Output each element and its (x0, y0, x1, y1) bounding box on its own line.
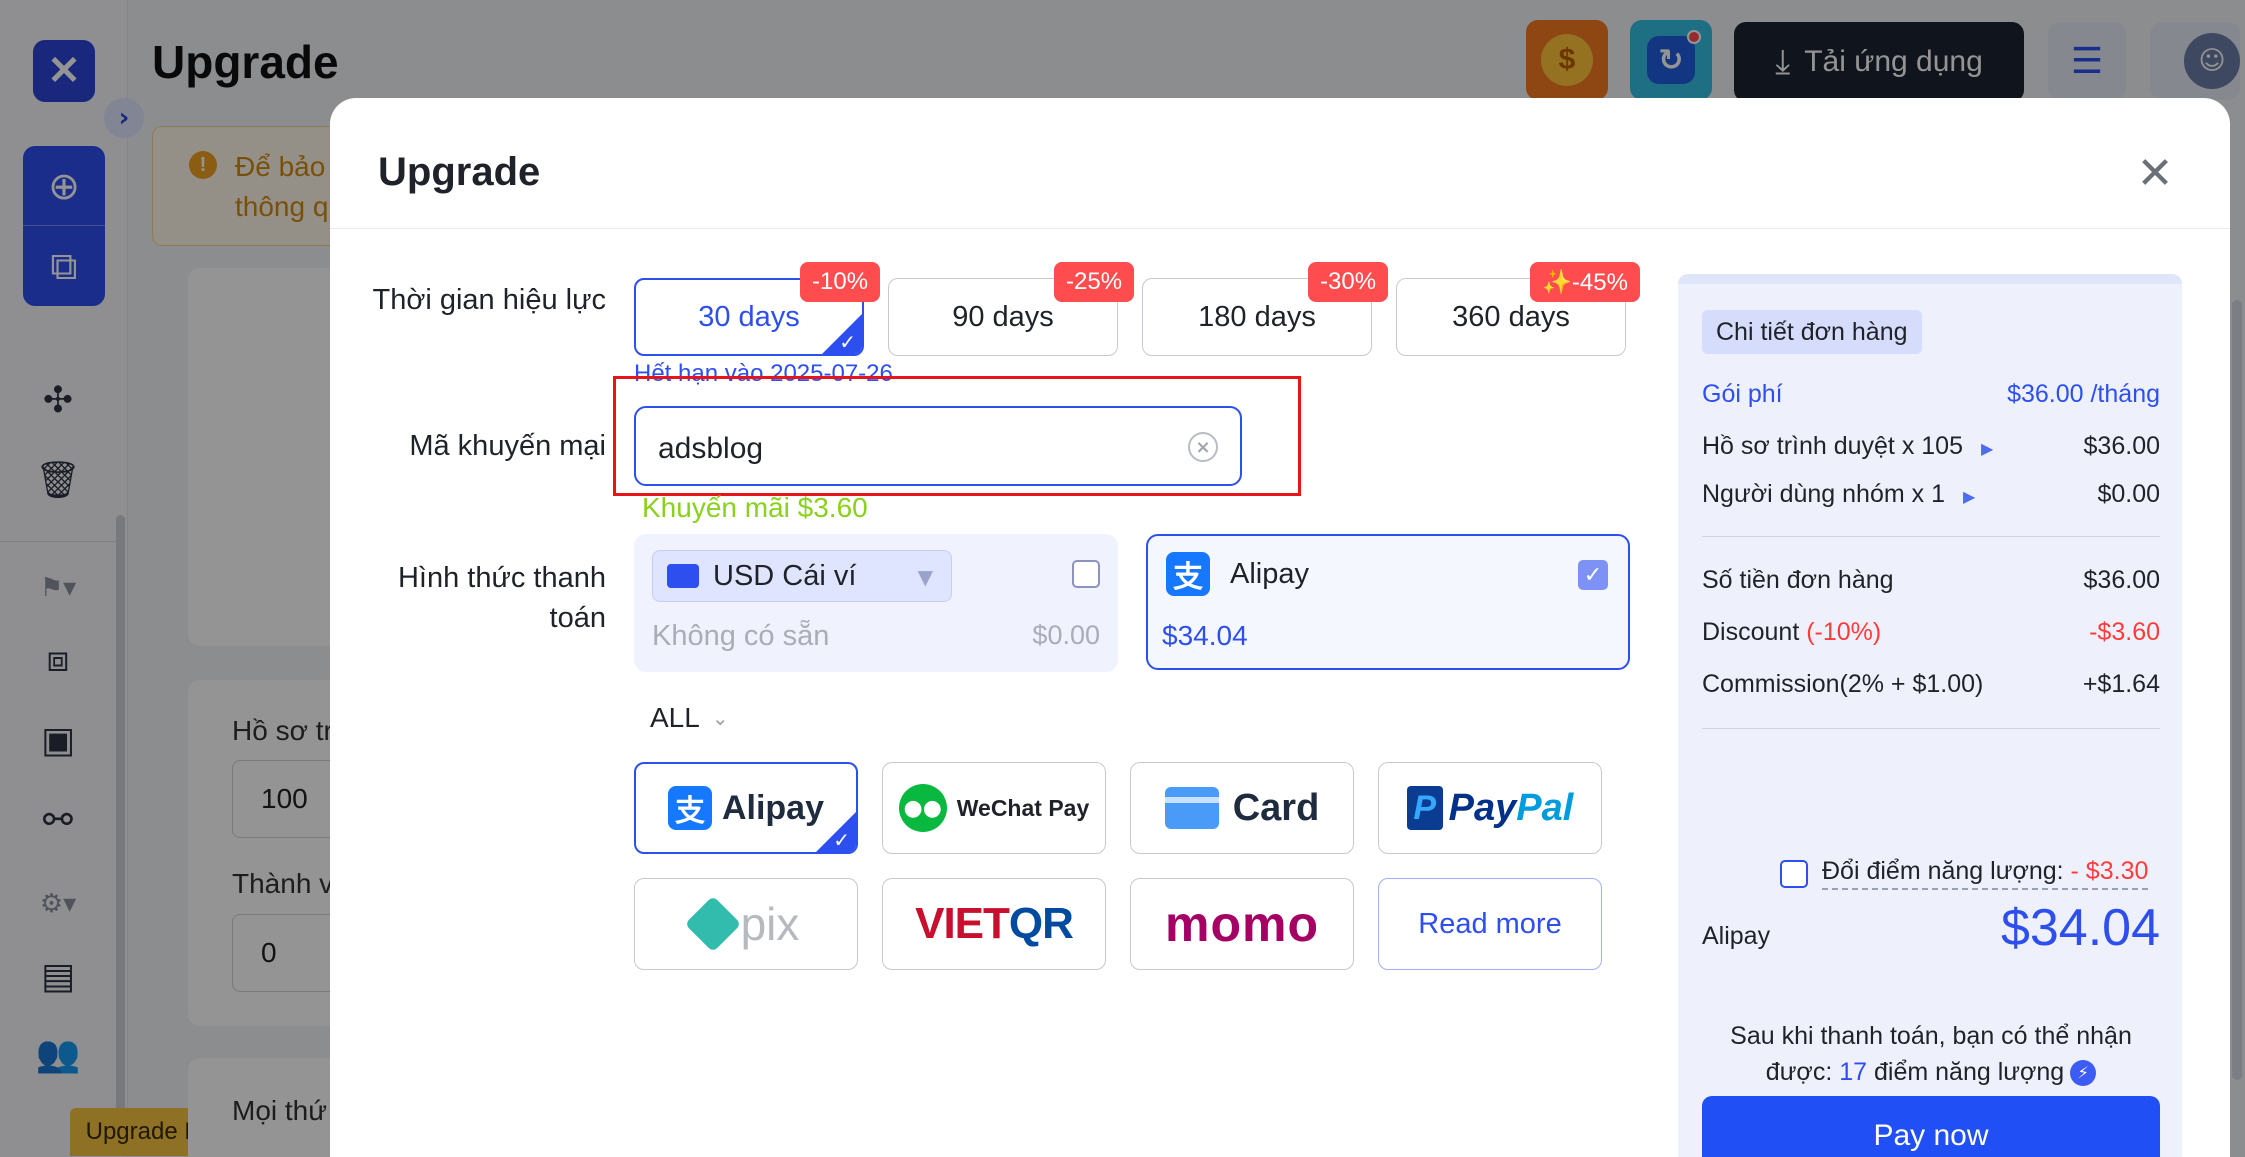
credit-card-icon (1164, 787, 1219, 829)
order-summary-panel: Chi tiết đơn hàng Gói phí $36.00 /tháng … (1678, 274, 2182, 1157)
highlight-annotation-box (613, 376, 1301, 496)
modal-header-divider (330, 228, 2230, 229)
duration-option-label: 180 days (1198, 300, 1316, 333)
method-wechat-pay[interactable]: ●● WeChat Pay (882, 762, 1106, 854)
expand-triangle-icon: ▶ (1980, 441, 1994, 458)
profiles-row[interactable]: Hồ sơ trình duyệt x 105 ▶ $36.00 (1702, 432, 2160, 461)
promo-code-label: Mã khuyến mại (409, 430, 606, 462)
duration-option-label: 360 days (1452, 300, 1570, 333)
energy-exchange-row[interactable]: Đổi điểm năng lượng: - $3.30 (1780, 857, 2149, 890)
wallet-icon (667, 564, 699, 588)
check-icon: ✓ (839, 330, 856, 354)
method-pix[interactable]: pix (634, 878, 858, 970)
method-pix-label: pix (740, 898, 800, 950)
wallet-name: USD Cái ví (713, 559, 857, 592)
energy-exchange-label: Đổi điểm năng lượng: (1822, 857, 2064, 885)
method-filter-value: ALL (650, 702, 700, 733)
plan-fee-row: Gói phí $36.00 /tháng (1702, 380, 2160, 409)
close-icon[interactable]: ✕ (2130, 148, 2180, 199)
reward-info-prefix: được: (1765, 1058, 1833, 1086)
wallet-currency-select[interactable]: USD Cái ví ▼ (652, 550, 952, 602)
profiles-label: Hồ sơ trình duyệt x 105 (1702, 432, 1963, 460)
order-divider (1702, 728, 2160, 729)
chevron-down-icon: ▼ (917, 565, 933, 589)
discount-badge: ✨-45% (1530, 262, 1640, 302)
duration-label: Thời gian hiệu lực (372, 284, 607, 316)
method-filter-dropdown[interactable]: ALL ⌄ (650, 702, 729, 734)
wallet-checkbox[interactable] (1072, 560, 1100, 588)
method-card[interactable]: Card (1130, 762, 1354, 854)
selected-method-amount: $34.04 (1162, 620, 1248, 651)
reward-info-line1: Sau khi thanh toán, bạn có thể nhận (1730, 1022, 2132, 1050)
vietqr-logo-part2: QR (1008, 899, 1074, 948)
selected-method-option[interactable]: 支 Alipay ✓ $34.04 (1146, 534, 1630, 670)
order-amount-row: Số tiền đơn hàng $36.00 (1702, 566, 2160, 595)
commission-label: Commission(2% + $1.00) (1702, 670, 1984, 698)
selected-method-checkbox[interactable]: ✓ (1578, 560, 1608, 590)
order-amount-label: Số tiền đơn hàng (1702, 566, 1894, 594)
method-card-label: Card (1232, 786, 1320, 829)
order-details-title: Chi tiết đơn hàng (1702, 310, 1922, 354)
members-row[interactable]: Người dùng nhóm x 1 ▶ $0.00 (1702, 480, 2160, 509)
method-paypal[interactable]: P PayPal (1378, 762, 1602, 854)
discount-row: Discount (-10%) -$3.60 (1702, 618, 2160, 647)
alipay-icon: 支 (1166, 552, 1210, 596)
wallet-payment-option[interactable]: USD Cái ví ▼ Không có sẵn $0.00 (634, 534, 1118, 672)
promo-discount-note: Khuyến mãi $3.60 (642, 492, 868, 523)
pay-now-button[interactable]: Pay now (1702, 1096, 2160, 1157)
duration-option-label: 90 days (952, 300, 1054, 333)
order-divider (1702, 536, 2160, 537)
check-icon: ✓ (833, 828, 850, 852)
discount-badge: -25% (1054, 262, 1135, 302)
read-more-button[interactable]: Read more (1378, 878, 1602, 970)
method-momo[interactable]: momo (1130, 878, 1354, 970)
commission-row: Commission(2% + $1.00) +$1.64 (1702, 670, 2160, 699)
wechat-icon: ●● (898, 784, 947, 832)
paypal-logo-part2: Pal (1516, 786, 1574, 829)
members-value: $0.00 (2097, 480, 2160, 508)
total-amount: $34.04 (2000, 899, 2160, 957)
lightning-icon: ⚡ (2070, 1060, 2097, 1087)
wallet-balance: $0.00 (1032, 620, 1100, 650)
discount-value: -$3.60 (2089, 618, 2160, 646)
upgrade-modal: Upgrade ✕ Thời gian hiệu lực 30 days ✓ -… (330, 98, 2230, 1157)
profiles-value: $36.00 (2083, 432, 2160, 460)
method-vietqr[interactable]: VIET QR (882, 878, 1106, 970)
plan-fee-label: Gói phí (1702, 380, 1783, 408)
paypal-logo-part1: Pay (1448, 786, 1517, 829)
method-alipay[interactable]: 支 Alipay ✓ (634, 762, 858, 854)
order-amount-value: $36.00 (2083, 566, 2160, 594)
discount-percent: (-10%) (1806, 618, 1882, 646)
energy-exchange-checkbox[interactable] (1780, 859, 1808, 888)
energy-reward-info: Sau khi thanh toán, bạn có thể nhận được… (1702, 1018, 2160, 1090)
total-method-label: Alipay (1702, 922, 1771, 950)
vietqr-logo-part1: VIET (915, 899, 1010, 948)
members-label: Người dùng nhóm x 1 (1702, 480, 1945, 508)
pix-icon (684, 895, 741, 953)
method-momo-label: momo (1165, 896, 1319, 952)
alipay-icon: 支 (667, 786, 712, 830)
payment-method-label: Hình thức thanh toán (397, 562, 606, 634)
reward-points: 17 (1839, 1058, 1868, 1086)
order-panel-topbar (1678, 274, 2182, 284)
energy-exchange-value: - $3.30 (2063, 857, 2149, 885)
commission-value: +$1.64 (2082, 670, 2160, 698)
discount-label: Discount (1702, 618, 1800, 646)
wallet-status: Không có sẵn (652, 620, 830, 652)
discount-badge: -30% (1308, 262, 1389, 302)
paypal-icon: P (1406, 786, 1443, 830)
method-wechat-label: WeChat Pay (956, 794, 1090, 821)
expand-triangle-icon: ▶ (1962, 489, 1976, 506)
plan-fee-value: $36.00 /tháng (2007, 380, 2160, 408)
chevron-down-icon: ⌄ (711, 706, 729, 730)
duration-option-label: 30 days (698, 300, 800, 333)
discount-badge: -10% (800, 262, 881, 302)
reward-info-suffix: điểm năng lượng (1874, 1058, 2065, 1086)
method-alipay-label: Alipay (721, 788, 825, 827)
modal-title: Upgrade (378, 150, 541, 194)
selected-method-name: Alipay (1230, 558, 1309, 590)
